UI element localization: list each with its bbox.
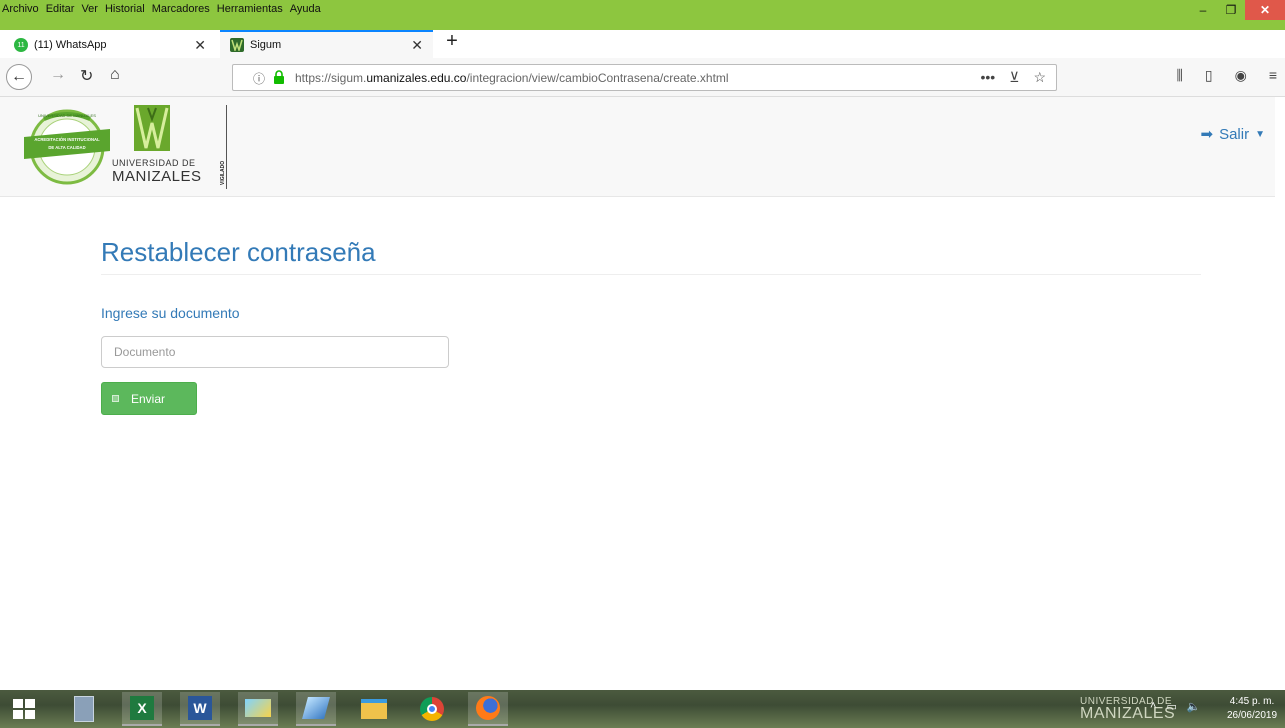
app-icon-pen[interactable] [296, 692, 336, 726]
restore-button[interactable]: ❐ [1217, 0, 1245, 20]
volume-icon[interactable]: 🔈 [1187, 700, 1201, 713]
new-tab-button[interactable]: + [440, 30, 464, 54]
logo-text-line2: MANIZALES [112, 168, 202, 185]
windows-logo-icon [13, 699, 35, 719]
url-bar[interactable]: ⓘ https://sigum.umanizales.edu.co/integr… [232, 64, 1057, 91]
menu-historial[interactable]: Historial [105, 3, 145, 15]
browser-title-bar: Archivo Editar Ver Historial Marcadores … [0, 0, 1285, 30]
network-icon[interactable]: ▭ [1166, 700, 1176, 713]
svg-text:ACREDITACIÓN INSTITUCIONAL: ACREDITACIÓN INSTITUCIONAL [34, 137, 100, 142]
excel-icon[interactable]: X [122, 692, 162, 726]
info-icon[interactable]: ⓘ [253, 70, 265, 87]
document-input[interactable] [101, 336, 449, 368]
title-divider [101, 274, 1201, 275]
menu-archivo[interactable]: Archivo [2, 3, 39, 15]
window-controls: – ❐ ✕ [1189, 0, 1285, 20]
menu-ver[interactable]: Ver [81, 3, 98, 15]
forward-button[interactable]: → [50, 66, 66, 84]
document-label: Ingrese su documento [101, 305, 240, 321]
lock-icon [274, 70, 284, 84]
caret-down-icon: ▼ [1255, 128, 1265, 140]
tray-up-arrow-icon[interactable]: ˄ [1150, 700, 1156, 713]
navigation-bar: ← → ↻ ⌂ ⓘ https://sigum.umanizales.edu.c… [0, 58, 1285, 97]
submit-button[interactable]: Enviar [101, 382, 197, 415]
url-actions: ••• ⊻ ☆ [980, 69, 1046, 86]
page-title: Restablecer contraseña [101, 237, 376, 267]
menu-ayuda[interactable]: Ayuda [290, 3, 321, 15]
toolbar-right: ⫼ ▯ ◉ ≡ [1176, 67, 1277, 84]
save-icon [112, 395, 119, 402]
file-explorer-icon[interactable] [354, 692, 394, 726]
menu-bar: Archivo Editar Ver Historial Marcadores … [2, 3, 321, 15]
menu-editar[interactable]: Editar [46, 3, 75, 15]
close-window-button[interactable]: ✕ [1245, 0, 1285, 20]
submit-label: Enviar [131, 391, 166, 406]
system-tray: ˄ ▭ 🔈 [1150, 700, 1201, 713]
app-icon-blue[interactable] [238, 692, 278, 726]
windows-taskbar: X W UNIVERSIDAD DE MANIZALES ˄ ▭ 🔈 4:45 … [0, 690, 1285, 728]
logo-divider [226, 105, 227, 189]
pocket-icon[interactable]: ⊻ [1009, 69, 1019, 86]
accreditation-seal-logo: UNIVERSIDAD DE MANIZALES ACREDITACIÓN IN… [24, 109, 110, 185]
svg-text:DE ALTA CALIDAD: DE ALTA CALIDAD [48, 145, 85, 150]
chrome-icon[interactable] [412, 692, 452, 726]
clock-time: 4:45 p. m. [1229, 696, 1275, 707]
bookmark-star-icon[interactable]: ☆ [1033, 69, 1046, 86]
um-logo-mark-icon [134, 105, 170, 151]
taskbar-clock[interactable]: 4:45 p. m. 26/06/2019 [1223, 692, 1281, 726]
hamburger-menu-icon[interactable]: ≡ [1269, 67, 1277, 84]
university-logo: UNIVERSIDAD DE MANIZALES VIGILADO [112, 105, 242, 189]
library-icon[interactable]: ⫼ [1176, 67, 1182, 84]
menu-marcadores[interactable]: Marcadores [152, 3, 210, 15]
clock-date: 26/06/2019 [1226, 710, 1278, 721]
logo-text-line1: UNIVERSIDAD DE [112, 158, 196, 168]
logout-label: Salir [1219, 125, 1250, 143]
site-header: UNIVERSIDAD DE MANIZALES ACREDITACIÓN IN… [0, 97, 1285, 197]
close-tab-icon[interactable]: ✕ [411, 37, 423, 54]
start-button[interactable] [4, 692, 44, 726]
back-button[interactable]: ← [6, 64, 32, 90]
menu-herramientas[interactable]: Herramientas [217, 3, 283, 15]
reload-button[interactable]: ↻ [80, 66, 93, 86]
minimize-button[interactable]: – [1189, 0, 1217, 20]
tab-title: Sigum [250, 39, 282, 51]
close-tab-icon[interactable]: ✕ [194, 37, 206, 54]
page-scrollbar[interactable] [1275, 97, 1285, 690]
tab-whatsapp[interactable]: 11 (11) WhatsApp ✕ [4, 34, 216, 56]
whatsapp-icon: 11 [14, 38, 28, 52]
svg-text:UNIVERSIDAD DE MANIZALES: UNIVERSIDAD DE MANIZALES [38, 113, 96, 118]
word-icon[interactable]: W [180, 692, 220, 726]
logout-menu[interactable]: ➡ Salir ▼ [1200, 125, 1266, 144]
tab-sigum[interactable]: Sigum ✕ [220, 30, 433, 58]
calculator-icon[interactable] [64, 692, 104, 726]
url-text: https://sigum.umanizales.edu.co/integrac… [295, 71, 729, 85]
sign-out-icon: ➡ [1200, 126, 1214, 143]
home-button[interactable]: ⌂ [110, 66, 120, 84]
tab-title: (11) WhatsApp [34, 39, 107, 51]
sigum-favicon-icon [230, 38, 244, 52]
vigilado-text: VIGILADO [220, 160, 226, 185]
extension-icon[interactable]: ◉ [1235, 67, 1247, 84]
firefox-icon[interactable] [468, 692, 508, 726]
sidebar-icon[interactable]: ▯ [1205, 67, 1213, 84]
page-actions-icon[interactable]: ••• [980, 69, 995, 86]
